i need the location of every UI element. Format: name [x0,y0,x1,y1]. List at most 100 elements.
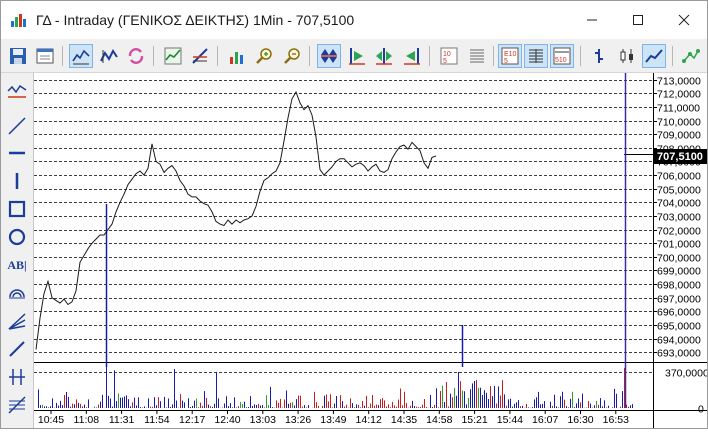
trendline-tool-icon [8,117,26,135]
time-tick-label: 16:07 [532,414,558,426]
indicator-tool-button[interactable] [5,80,29,104]
refresh-icon [128,48,144,64]
depth-510-button[interactable]: 510 [550,44,574,68]
bar-icon [595,49,603,63]
last-price-badge: 707,5100 [653,149,707,164]
title-bar[interactable]: ΓΔ - Intraday (ΓΕΝΙΚΟΣ ΔΕΙΚΤΗΣ) 1Min - 7… [1,1,707,39]
price-line-series [35,90,437,350]
chart-tool-icon [192,48,208,64]
scroll-end-icon [404,48,420,65]
candle-icon [620,49,633,63]
grid-icon [470,49,484,63]
ohlc-mode-button[interactable] [97,44,121,68]
scroll-both-button[interactable] [317,44,341,68]
arc-tool-button[interactable] [5,281,29,305]
bar-chart-button[interactable] [587,44,611,68]
horizontal-line-tool-button[interactable] [5,141,29,165]
line-tool-button[interactable] [5,337,29,361]
svg-text:5: 5 [443,58,447,65]
price-tick-label: 699,0000 [657,266,701,278]
scroll-center-button[interactable] [372,44,396,68]
main-toolbar: 10 5 E10 5 510 [1,39,707,73]
time-tick-label: 11:31 [109,414,135,426]
text-tool-button[interactable]: AB| [5,253,29,277]
maximize-icon [633,15,643,25]
time-tick-label: 16:30 [567,414,593,426]
level-button[interactable] [524,44,548,68]
time-tick-label: 15:44 [497,414,523,426]
minimize-button[interactable] [569,1,615,39]
trades-icon: 105 [440,47,458,65]
time-tick-label: 13:26 [285,414,311,426]
line-chart-mode-icon [72,49,90,65]
trendline-tool-button[interactable] [5,114,29,138]
zoom-out-icon [284,48,300,64]
vertical-line-tool-button[interactable] [5,169,29,193]
time-tick-label: 14:12 [356,414,382,426]
drawing-toolbar: AB| [1,73,34,428]
vertical-line-tool-icon [15,173,19,189]
volume-tick-label: 0 [698,404,704,416]
price-tick-label: 706,0000 [657,171,701,183]
price-tick-label: 705,0000 [657,185,701,197]
ellipse-tool-button[interactable] [5,225,29,249]
zoom-out-button[interactable] [280,44,304,68]
time-tick-label: 12:40 [214,414,240,426]
grid-button[interactable] [465,44,489,68]
refresh-button[interactable] [124,44,148,68]
scroll-center-icon [376,48,392,65]
price-tick-label: 700,0000 [657,253,701,265]
scroll-start-button[interactable] [345,44,369,68]
fibonacci-tool-button[interactable] [5,393,29,417]
rectangle-tool-button[interactable] [5,197,29,221]
line-mode-button[interactable] [69,44,93,68]
cross-tool-icon [9,369,25,385]
zoom-in-icon [256,48,272,64]
time-tick-label: 11:54 [144,414,170,426]
trend-chart-icon [164,47,182,65]
price-tick-label: 712,0000 [657,89,701,101]
window-title: ΓΔ - Intraday (ΓΕΝΙΚΟΣ ΔΕΙΚΤΗΣ) 1Min - 7… [36,12,355,28]
trend-chart-button[interactable] [161,44,185,68]
time-tick-label: 16:53 [603,414,629,426]
depth-button[interactable]: E10 5 [498,44,522,68]
svg-text:10: 10 [443,51,451,58]
scroll-start-icon [349,48,365,65]
text-tool-icon: AB| [7,257,27,272]
chart-app-icon [11,14,26,27]
time-tick-label: 12:17 [179,414,205,426]
time-tick-label: 13:49 [320,414,346,426]
price-tick-label: 697,0000 [657,294,701,306]
trades-button[interactable]: 10 5 [437,44,461,68]
close-button[interactable] [661,1,707,39]
fan-tool-button[interactable] [5,309,29,333]
line-chart-button[interactable] [642,44,666,68]
scroll-both-icon [321,49,337,63]
scroll-end-button[interactable] [400,44,424,68]
price-tick-label: 711,0000 [657,103,700,115]
chart-tool-button[interactable] [188,44,212,68]
time-tick-label: 10:45 [38,414,64,426]
indicator-button[interactable] [679,44,703,68]
horizontal-line-tool-icon [9,151,25,155]
time-tick-label: 11:08 [74,414,100,426]
rectangle-tool-icon [8,200,26,218]
candle-chart-button[interactable] [615,44,639,68]
maximize-button[interactable] [615,1,661,39]
cross-tool-button[interactable] [5,365,29,389]
indicator-tool-icon [7,84,27,98]
zoom-in-button[interactable] [252,44,276,68]
time-tick-label: 15:21 [461,414,487,426]
price-tick-label: 704,0000 [657,198,701,210]
price-tick-label: 698,0000 [657,280,701,292]
close-icon [678,14,690,26]
properties-button[interactable] [33,44,57,68]
save-button[interactable] [6,44,30,68]
intraday-chart[interactable]: 713,0000712,0000 711,0000 710,0000709,0000… [34,73,708,428]
bar-volume-icon [230,52,243,64]
indicator-icon [682,49,700,63]
bar-volume-button[interactable] [225,44,249,68]
price-tick-label: 710,0000 [657,117,701,129]
time-tick-label: 14:35 [391,414,417,426]
chart-panel[interactable]: 713,0000 712,0000 711,0000 710,0000 709,0000… [34,73,708,428]
